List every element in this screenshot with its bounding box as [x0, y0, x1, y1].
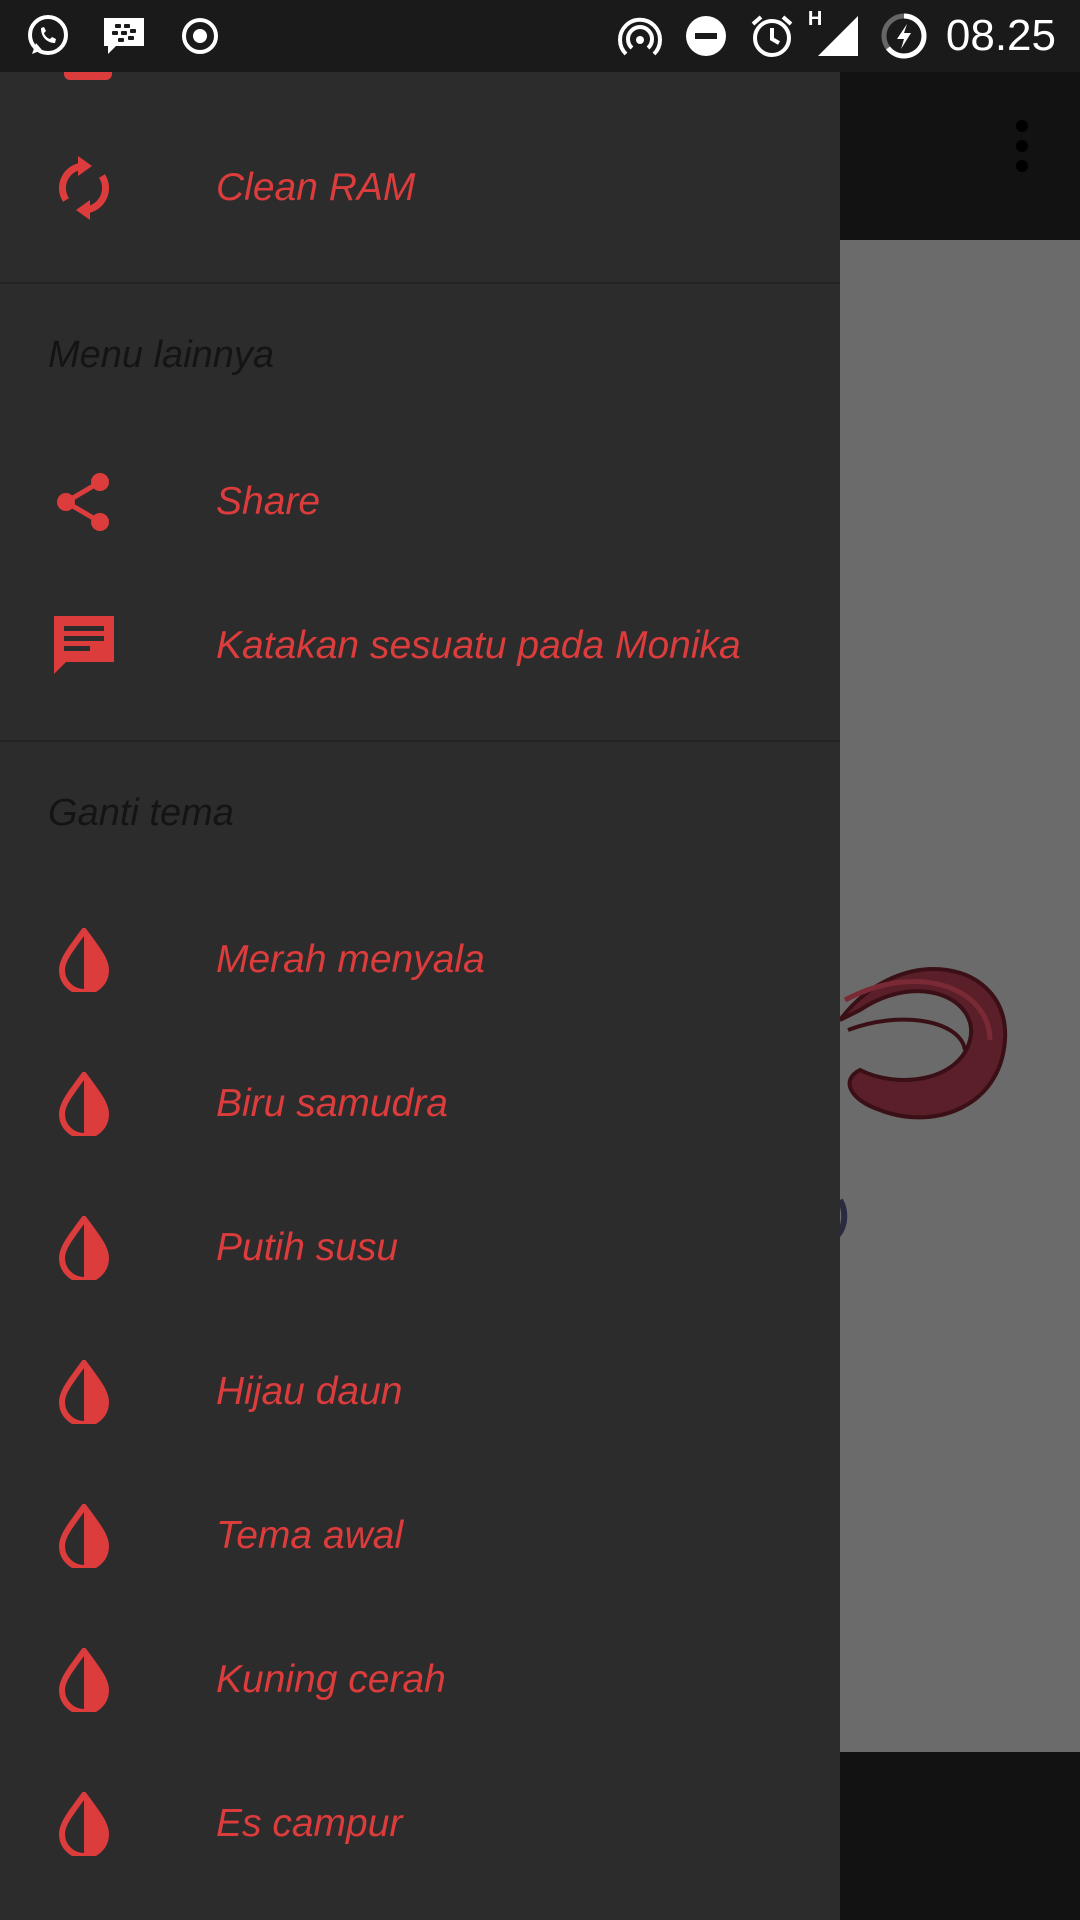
- drawer-item-theme-blue[interactable]: Biru samudra: [0, 1032, 840, 1176]
- drawer-item-label: Tema awal: [216, 1514, 404, 1557]
- drawer-item-theme-mixed[interactable]: Es campur: [0, 1752, 840, 1896]
- droplet-icon: [52, 1504, 116, 1568]
- droplet-icon: [52, 1648, 116, 1712]
- drawer-item-label: Es campur: [216, 1802, 403, 1845]
- drawer-item-label: Share: [216, 480, 321, 523]
- drawer-item-say-something[interactable]: Katakan sesuatu pada Monika: [0, 574, 840, 718]
- network-type-label: H: [807, 8, 823, 30]
- refresh-icon: [52, 156, 116, 220]
- drawer-item-theme-white[interactable]: Putih susu: [0, 1176, 840, 1320]
- alarm-icon: [748, 12, 796, 60]
- droplet-icon: [52, 1072, 116, 1136]
- drawer-item-theme-red[interactable]: Merah menyala: [0, 888, 840, 1032]
- drawer-item-theme-yellow[interactable]: Kuning cerah: [0, 1608, 840, 1752]
- drawer-item-label: Merah menyala: [216, 938, 485, 981]
- clock: 08.25: [945, 11, 1056, 60]
- do-not-disturb-icon: [682, 12, 730, 60]
- message-icon: [52, 614, 116, 678]
- droplet-icon: [52, 1360, 116, 1424]
- bbm-icon: [100, 12, 148, 60]
- overflow-menu-icon[interactable]: [1012, 112, 1032, 192]
- section-header-more: Menu lainnya: [48, 334, 275, 376]
- hotspot-icon: [616, 12, 664, 60]
- signal-icon: H: [808, 8, 862, 60]
- navigation-drawer: Clean RAM Menu lainnya Share Katakan ses…: [0, 72, 840, 1920]
- divider: [0, 282, 840, 284]
- droplet-icon: [52, 1792, 116, 1856]
- partial-item-icon: [64, 72, 112, 80]
- drawer-item-clean-ram[interactable]: Clean RAM: [0, 116, 840, 260]
- record-icon: [176, 12, 224, 60]
- drawer-item-label: Kuning cerah: [216, 1658, 446, 1701]
- drawer-item-label: Clean RAM: [216, 166, 416, 209]
- drawer-item-share[interactable]: Share: [0, 430, 840, 574]
- divider: [0, 740, 840, 742]
- section-header-theme: Ganti tema: [48, 792, 234, 834]
- droplet-icon: [52, 1216, 116, 1280]
- drawer-item-theme-green[interactable]: Hijau daun: [0, 1320, 840, 1464]
- status-bar: H 08.25: [0, 0, 1080, 72]
- drawer-item-theme-default[interactable]: Tema awal: [0, 1464, 840, 1608]
- drawer-item-label: Hijau daun: [216, 1370, 403, 1413]
- drawer-item-label: Katakan sesuatu pada Monika: [216, 624, 741, 667]
- battery-charging-icon: [880, 12, 928, 60]
- droplet-icon: [52, 928, 116, 992]
- share-icon: [52, 470, 116, 534]
- whatsapp-icon: [24, 12, 72, 60]
- drawer-item-label: Biru samudra: [216, 1082, 448, 1125]
- drawer-item-label: Putih susu: [216, 1226, 399, 1269]
